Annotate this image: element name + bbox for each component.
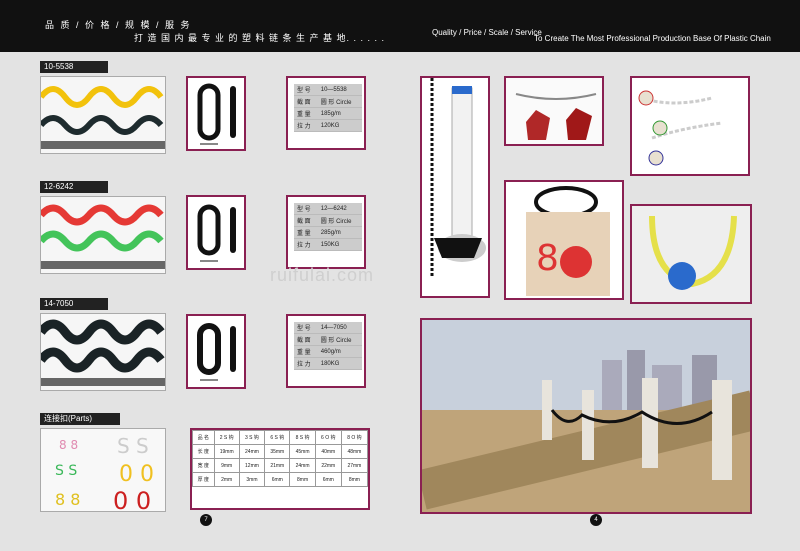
right-page: Quality / Price / Scale / Service To Cre… <box>400 0 800 551</box>
parts-header-cell: 3 S 钩 <box>238 430 266 445</box>
chain-photo <box>40 76 166 154</box>
spec-cell: 14—7050 <box>317 322 362 334</box>
parts-cell: 24mm <box>238 444 266 459</box>
spec-cell: 截 面 <box>294 95 318 108</box>
spec-cell: 拉 力 <box>294 357 318 370</box>
spec-cell: 圆 形 Circle <box>317 95 362 108</box>
parts-cell: 8mm <box>340 472 369 487</box>
spec-cell: 圆 形 Circle <box>317 214 362 227</box>
spec-cell: 150KG <box>317 238 362 251</box>
parts-cell: 8mm <box>289 472 316 487</box>
spec-cell: 圆 形 Circle <box>317 333 362 346</box>
link-drawing <box>186 314 246 389</box>
spec-cell: 重 量 <box>294 226 318 239</box>
parts-header-cell: 6 S 钩 <box>264 430 291 445</box>
parts-cell: 27mm <box>340 458 369 473</box>
parts-cell: 长 度 <box>192 444 215 459</box>
spec-cell: 型 号 <box>294 322 318 334</box>
right-header: Quality / Price / Scale / Service To Cre… <box>400 0 800 52</box>
parts-table-box: 品 名 2 S 钩 3 S 钩 6 S 钩 8 S 钩 6 O 钩 8 O 钩 … <box>190 428 370 510</box>
svg-text:0 0: 0 0 <box>119 462 154 487</box>
spec-cell: 185g/m <box>317 107 362 120</box>
spec-table: 型 号 10—5538 截 面圆 形 Circle 重 量 185g/m 拉 力 12… <box>294 84 362 132</box>
parts-cell: 48mm <box>340 444 369 459</box>
spec-table: 型 号 12—6242 截 面圆 形 Circle 重 量 285g/m 拉 力 15… <box>294 203 362 251</box>
spec-cell: 拉 力 <box>294 238 318 251</box>
svg-text:8 8: 8 8 <box>55 490 80 509</box>
spec-cell: 460g/m <box>317 345 362 358</box>
hanger-photo <box>504 76 604 146</box>
spec-cell: 型 号 <box>294 84 318 96</box>
spec-box: 型 号 10—5538 截 面圆 形 Circle 重 量 185g/m 拉 力 12… <box>286 76 366 150</box>
spec-cell: 重 量 <box>294 345 318 358</box>
parts-cell: 9mm <box>213 458 240 473</box>
svg-text:S S: S S <box>117 434 149 458</box>
header-en-line1: Quality / Price / Scale / Service <box>432 28 542 37</box>
watermark: ruifulai.com <box>270 265 375 285</box>
product-code-label: 14-7050 <box>40 298 108 310</box>
svg-text:S S: S S <box>55 463 77 479</box>
spec-box: 型 号 12—6242 截 面圆 形 Circle 重 量 285g/m 拉 力 15… <box>286 195 366 269</box>
parts-photo: 8 8 S S S S 0 0 8 8 0 0 <box>40 428 166 512</box>
parts-table: 品 名 2 S 钩 3 S 钩 6 S 钩 8 S 钩 6 O 钩 8 O 钩 … <box>192 430 369 487</box>
parts-header-cell: 6 O 钩 <box>314 430 342 445</box>
parts-header-cell: 2 S 钩 <box>213 430 240 445</box>
spec-cell: 180KG <box>317 357 362 370</box>
svg-text:8 8: 8 8 <box>59 438 78 452</box>
spec-cell: 截 面 <box>294 333 318 346</box>
parts-cell: 6mm <box>264 472 291 487</box>
spec-cell: 拉 力 <box>294 119 318 132</box>
parts-header-cell: 8 S 钩 <box>289 430 316 445</box>
svg-text:0 0: 0 0 <box>113 487 151 512</box>
svg-text:8: 8 <box>536 238 559 279</box>
parts-cell: 3mm <box>238 472 266 487</box>
parts-cell: 厚 度 <box>192 472 215 487</box>
parts-header-cell: 品 名 <box>192 430 215 445</box>
parts-cell: 24mm <box>289 458 316 473</box>
spec-table: 型 号 14—7050 截 面圆 形 Circle 重 量 460g/m 拉 力 18… <box>294 322 362 370</box>
product-code-label: 12-6242 <box>40 181 108 193</box>
parts-cell: 40mm <box>314 444 342 459</box>
spec-cell: 截 面 <box>294 214 318 227</box>
pacifier-clip-photo <box>630 76 750 176</box>
parts-cell: 22mm <box>314 458 342 473</box>
parts-cell: 35mm <box>264 444 291 459</box>
header-en-line2: To Create The Most Professional Producti… <box>534 34 771 43</box>
product-code-label: 10-5538 <box>40 61 108 73</box>
spec-cell: 型 号 <box>294 203 318 215</box>
spec-cell: 重 量 <box>294 107 318 120</box>
spec-cell: 285g/m <box>317 226 362 239</box>
spec-cell: 10—5538 <box>317 84 362 96</box>
parts-cell: 21mm <box>264 458 291 473</box>
parts-cell: 6mm <box>314 472 342 487</box>
link-drawing <box>186 195 246 270</box>
street-scene-photo <box>420 318 752 514</box>
parts-header-cell: 8 O 钩 <box>340 430 369 445</box>
page-number: 7 <box>200 514 212 526</box>
water-tank-photo <box>420 76 490 298</box>
page-number: 4 <box>590 514 602 526</box>
spec-cell: 120KG <box>317 119 362 132</box>
parts-cell: 2mm <box>213 472 240 487</box>
header-cn-line2: 打 造 国 内 最 专 业 的 塑 料 链 条 生 产 基 地. . . . .… <box>134 33 386 43</box>
handbag-photo: 8 <box>504 180 624 300</box>
chain-photo <box>40 313 166 391</box>
left-header: 品 质 / 价 格 / 规 模 / 服 务 打 造 国 内 最 专 业 的 塑 … <box>0 0 400 52</box>
link-drawing <box>186 76 246 151</box>
spec-box: 型 号 14—7050 截 面圆 形 Circle 重 量 460g/m 拉 力 18… <box>286 314 366 388</box>
chain-photo <box>40 196 166 274</box>
parts-cell: 12mm <box>238 458 266 473</box>
parts-label: 连接扣(Parts) <box>40 413 120 425</box>
parts-cell: 宽 度 <box>192 458 215 473</box>
parts-cell: 19mm <box>213 444 240 459</box>
parts-cell: 45mm <box>289 444 316 459</box>
spec-cell: 12—6242 <box>317 203 362 215</box>
header-cn-line1: 品 质 / 价 格 / 规 模 / 服 务 <box>45 20 192 30</box>
necklace-photo <box>630 204 752 304</box>
